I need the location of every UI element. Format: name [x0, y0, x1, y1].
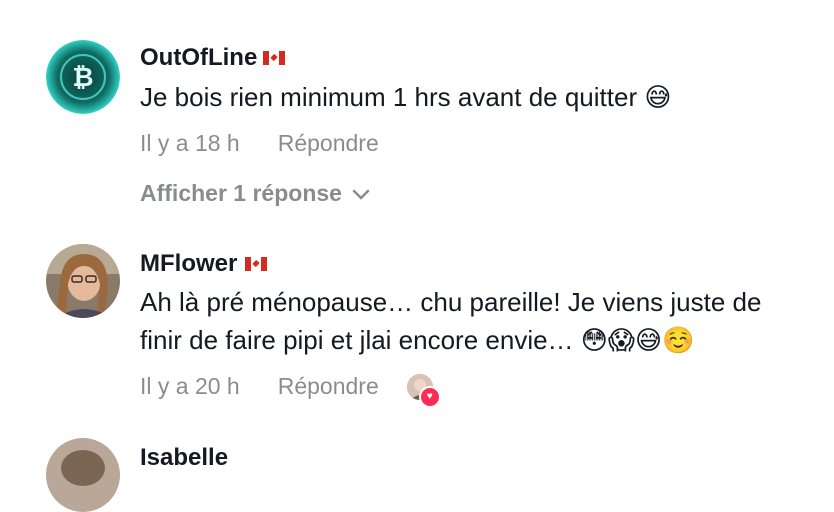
svg-text:₿: ₿	[72, 63, 93, 93]
view-replies-button[interactable]: Afficher 1 réponse	[140, 180, 370, 207]
bitcoin-avatar-icon: ₿	[46, 40, 120, 114]
reply-button[interactable]: Répondre	[278, 130, 379, 157]
comment-text: Je bois rien minimum 1 hrs avant de quit…	[140, 82, 672, 112]
user-photo-avatar	[46, 438, 120, 512]
chevron-down-icon	[352, 180, 370, 207]
comment-meta: Il y a 18 h Répondre	[140, 130, 379, 157]
avatar[interactable]	[46, 438, 120, 512]
creator-liked-badge: ♥	[406, 373, 441, 408]
avatar[interactable]: ₿	[46, 40, 120, 114]
comment-username[interactable]: OutOfLine	[140, 44, 286, 72]
comment-text: Ah là pré ménopause… chu pareille! Je vi…	[140, 287, 762, 355]
user-photo-avatar	[46, 244, 120, 318]
comment-username[interactable]: Isabelle	[140, 444, 228, 472]
comment-timestamp: Il y a 20 h	[140, 373, 240, 399]
canada-flag-icon	[263, 51, 286, 65]
heart-icon: ♥	[418, 385, 441, 408]
comment-meta: Il y a 20 h Répondre ♥	[140, 373, 441, 408]
canada-flag-icon	[245, 257, 268, 271]
comment-timestamp: Il y a 18 h	[140, 130, 240, 156]
comment-username[interactable]: MFlower	[140, 250, 268, 278]
avatar[interactable]	[46, 244, 120, 318]
reply-button[interactable]: Répondre	[278, 373, 379, 400]
